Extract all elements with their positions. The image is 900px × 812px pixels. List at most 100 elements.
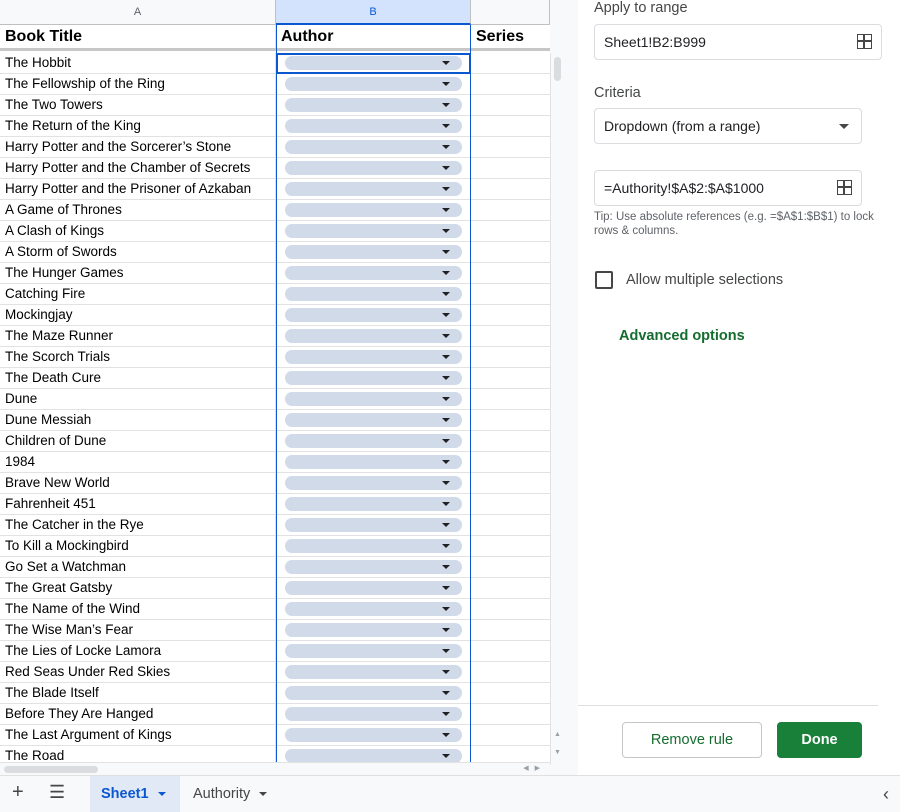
book-title-cell[interactable]: Catching Fire — [0, 284, 276, 304]
series-cell[interactable] — [471, 326, 550, 346]
author-cell[interactable] — [276, 431, 471, 451]
author-cell[interactable] — [276, 263, 471, 283]
series-cell[interactable] — [471, 620, 550, 640]
dropdown-arrow-icon[interactable] — [442, 565, 450, 569]
author-cell[interactable] — [276, 515, 471, 535]
series-cell[interactable] — [471, 347, 550, 367]
book-title-cell[interactable]: The Name of the Wind — [0, 599, 276, 619]
dropdown-chip[interactable] — [285, 518, 462, 532]
advanced-options-link[interactable]: Advanced options — [619, 328, 745, 344]
dropdown-chip[interactable] — [285, 203, 462, 217]
book-title-cell[interactable]: The Wise Man’s Fear — [0, 620, 276, 640]
dropdown-chip[interactable] — [285, 245, 462, 259]
vertical-scrollbar[interactable]: ▲ ▼ — [550, 53, 565, 765]
book-title-cell[interactable]: The Great Gatsby — [0, 578, 276, 598]
author-cell[interactable] — [276, 179, 471, 199]
book-title-cell[interactable]: The Hunger Games — [0, 263, 276, 283]
series-cell[interactable] — [471, 641, 550, 661]
dropdown-chip[interactable] — [285, 560, 462, 574]
dropdown-chip[interactable] — [285, 266, 462, 280]
book-title-cell[interactable]: Red Seas Under Red Skies — [0, 662, 276, 682]
book-title-cell[interactable]: The Death Cure — [0, 368, 276, 388]
author-cell[interactable] — [276, 620, 471, 640]
series-cell[interactable] — [471, 431, 550, 451]
series-cell[interactable] — [471, 515, 550, 535]
dropdown-chip[interactable] — [285, 308, 462, 322]
author-cell[interactable] — [276, 347, 471, 367]
book-title-cell[interactable]: Before They Are Hanged — [0, 704, 276, 724]
author-cell[interactable] — [276, 578, 471, 598]
series-cell[interactable] — [471, 557, 550, 577]
dropdown-arrow-icon[interactable] — [442, 187, 450, 191]
dropdown-chip[interactable] — [285, 182, 462, 196]
chevron-left-icon[interactable]: ‹ — [883, 784, 889, 805]
series-cell[interactable] — [471, 305, 550, 325]
dropdown-chip[interactable] — [285, 161, 462, 175]
series-cell[interactable] — [471, 74, 550, 94]
header-series[interactable]: Series — [471, 25, 550, 48]
author-cell[interactable] — [276, 536, 471, 556]
dropdown-chip[interactable] — [285, 77, 462, 91]
dropdown-arrow-icon[interactable] — [442, 250, 450, 254]
series-cell[interactable] — [471, 95, 550, 115]
series-cell[interactable] — [471, 179, 550, 199]
tab-authority[interactable]: Authority — [193, 776, 268, 812]
dropdown-chip[interactable] — [285, 476, 462, 490]
book-title-cell[interactable]: Harry Potter and the Chamber of Secrets — [0, 158, 276, 178]
book-title-cell[interactable]: A Game of Thrones — [0, 200, 276, 220]
book-title-cell[interactable]: The Two Towers — [0, 95, 276, 115]
series-cell[interactable] — [471, 137, 550, 157]
dropdown-chip[interactable] — [285, 413, 462, 427]
book-title-cell[interactable]: The Return of the King — [0, 116, 276, 136]
header-book-title[interactable]: Book Title — [0, 25, 276, 48]
dropdown-arrow-icon[interactable] — [442, 544, 450, 548]
dropdown-chip[interactable] — [285, 602, 462, 616]
dropdown-arrow-icon[interactable] — [442, 439, 450, 443]
series-cell[interactable] — [471, 473, 550, 493]
author-cell[interactable] — [276, 95, 471, 115]
plus-icon[interactable]: + — [12, 781, 24, 804]
dropdown-arrow-icon[interactable] — [442, 754, 450, 758]
dropdown-chip[interactable] — [285, 665, 462, 679]
book-title-cell[interactable]: Go Set a Watchman — [0, 557, 276, 577]
dropdown-arrow-icon[interactable] — [442, 523, 450, 527]
book-title-cell[interactable]: Dune Messiah — [0, 410, 276, 430]
dropdown-arrow-icon[interactable] — [442, 418, 450, 422]
series-cell[interactable] — [471, 116, 550, 136]
book-title-cell[interactable]: 1984 — [0, 452, 276, 472]
author-cell[interactable] — [276, 599, 471, 619]
book-title-cell[interactable]: The Catcher in the Rye — [0, 515, 276, 535]
done-button[interactable]: Done — [777, 722, 862, 758]
author-cell[interactable] — [276, 305, 471, 325]
dropdown-chip[interactable] — [285, 728, 462, 742]
dropdown-chip[interactable] — [285, 707, 462, 721]
select-range-icon[interactable] — [857, 34, 872, 49]
author-cell[interactable] — [276, 116, 471, 136]
author-cell[interactable] — [276, 389, 471, 409]
criteria-dropdown[interactable]: Dropdown (from a range) — [594, 108, 862, 144]
series-cell[interactable] — [471, 389, 550, 409]
author-cell[interactable] — [276, 53, 471, 73]
author-cell[interactable] — [276, 200, 471, 220]
dropdown-chip[interactable] — [285, 56, 462, 70]
author-cell[interactable] — [276, 725, 471, 745]
dropdown-arrow-icon[interactable] — [442, 397, 450, 401]
dropdown-chip[interactable] — [285, 581, 462, 595]
book-title-cell[interactable]: The Lies of Locke Lamora — [0, 641, 276, 661]
book-title-cell[interactable]: To Kill a Mockingbird — [0, 536, 276, 556]
author-cell[interactable] — [276, 221, 471, 241]
dropdown-arrow-icon[interactable] — [442, 649, 450, 653]
author-cell[interactable] — [276, 494, 471, 514]
author-cell[interactable] — [276, 683, 471, 703]
dropdown-chip[interactable] — [285, 539, 462, 553]
author-cell[interactable] — [276, 74, 471, 94]
range-formula-input[interactable]: =Authority!$A$2:$A$1000 — [594, 170, 862, 206]
vertical-scroll-thumb[interactable] — [554, 57, 561, 81]
scroll-down-icon[interactable]: ▼ — [554, 749, 561, 756]
author-cell[interactable] — [276, 158, 471, 178]
dropdown-arrow-icon[interactable] — [442, 229, 450, 233]
book-title-cell[interactable]: The Last Argument of Kings — [0, 725, 276, 745]
dropdown-arrow-icon[interactable] — [442, 733, 450, 737]
dropdown-chip[interactable] — [285, 434, 462, 448]
scroll-up-icon[interactable]: ▲ — [554, 731, 561, 738]
